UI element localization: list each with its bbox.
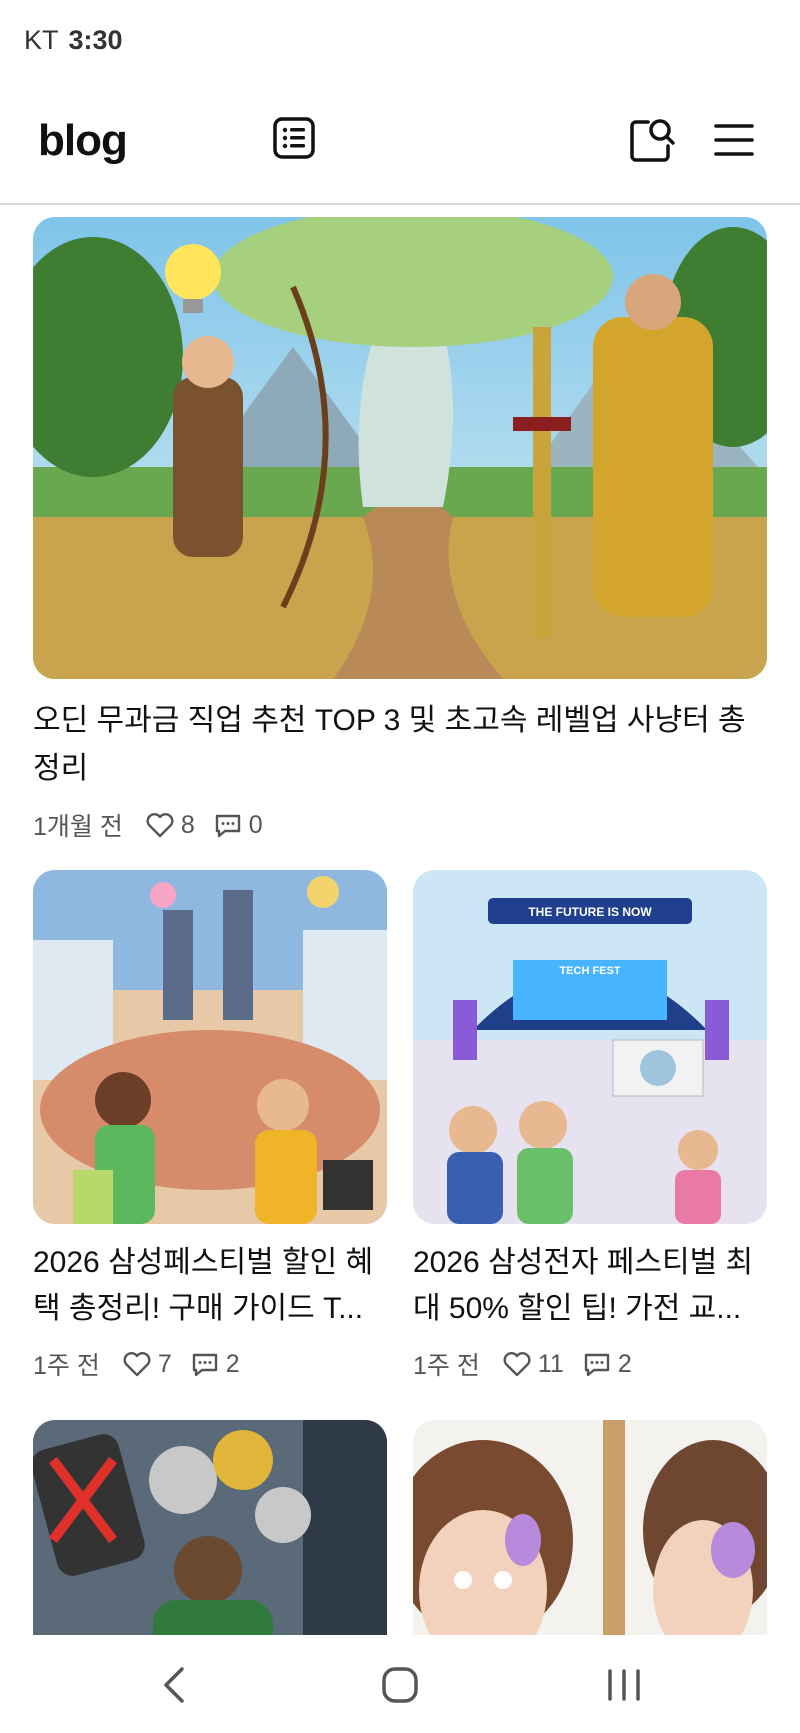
status-bar: KT 3:30 [0,0,800,80]
home-icon[interactable] [376,1661,424,1709]
post-title[interactable]: 2026 삼성전자 페스티벌 최대 50% 할인 팁! 가전 교... [413,1240,767,1332]
post-meta: 1개월 전 8 0 [33,805,767,845]
recent-apps-icon[interactable] [600,1661,648,1709]
post-thumbnail[interactable] [33,870,387,1224]
post-meta: 1주 전 11 2 [413,1344,767,1384]
comment-icon[interactable] [213,810,243,840]
list-icon[interactable] [272,116,316,160]
post-feed[interactable]: 오딘 무과금 직업 추천 TOP 3 및 초고속 레벨업 사냥터 총정리 1개월… [0,205,800,1635]
post-card[interactable]: THE FUTURE IS NOW TECH FEST 2026 삼성전자 페스… [413,870,767,1384]
post-age: 1주 전 [33,1352,100,1380]
comment-count: 2 [225,1349,240,1378]
post-age: 1개월 전 [33,813,123,841]
post-card[interactable] [33,1420,387,1635]
search-icon[interactable] [628,116,676,164]
clock: 3:30 [68,24,123,55]
hamburger-menu-icon[interactable] [712,118,756,162]
post-title[interactable]: 오딘 무과금 직업 추천 TOP 3 및 초고속 레벨업 사냥터 총정리 [33,697,767,793]
carrier-label: KT [24,24,59,55]
comment-icon[interactable] [582,1349,612,1379]
heart-icon[interactable] [502,1349,532,1379]
system-nav-bar [0,1635,800,1733]
app-header: blog [0,80,800,205]
comment-count: 0 [248,810,263,839]
post-card-featured[interactable]: 오딘 무과금 직업 추천 TOP 3 및 초고속 레벨업 사냥터 총정리 1개월… [33,217,767,845]
post-title[interactable]: 2026 삼성페스티벌 할인 혜택 총정리! 구매 가이드 T... [33,1240,387,1332]
post-age: 1주 전 [413,1352,480,1380]
like-count: 8 [180,810,195,839]
post-card[interactable] [413,1420,767,1635]
comment-icon[interactable] [190,1349,220,1379]
blog-logo[interactable]: blog [38,116,128,166]
back-icon[interactable] [150,1661,198,1709]
tech-fest-stage-text: TECH FEST [559,965,620,977]
post-meta: 1주 전 7 2 [33,1344,387,1384]
like-count: 11 [537,1349,564,1378]
post-thumbnail[interactable] [33,217,767,679]
heart-icon[interactable] [145,810,175,840]
post-thumbnail[interactable] [33,1420,387,1635]
heart-icon[interactable] [122,1349,152,1379]
tech-fest-banner-text: THE FUTURE IS NOW [528,905,652,919]
like-count: 7 [157,1349,172,1378]
post-thumbnail[interactable]: THE FUTURE IS NOW TECH FEST [413,870,767,1224]
post-card[interactable]: 2026 삼성페스티벌 할인 혜택 총정리! 구매 가이드 T... 1주 전 … [33,870,387,1384]
post-thumbnail[interactable] [413,1420,767,1635]
comment-count: 2 [617,1349,632,1378]
